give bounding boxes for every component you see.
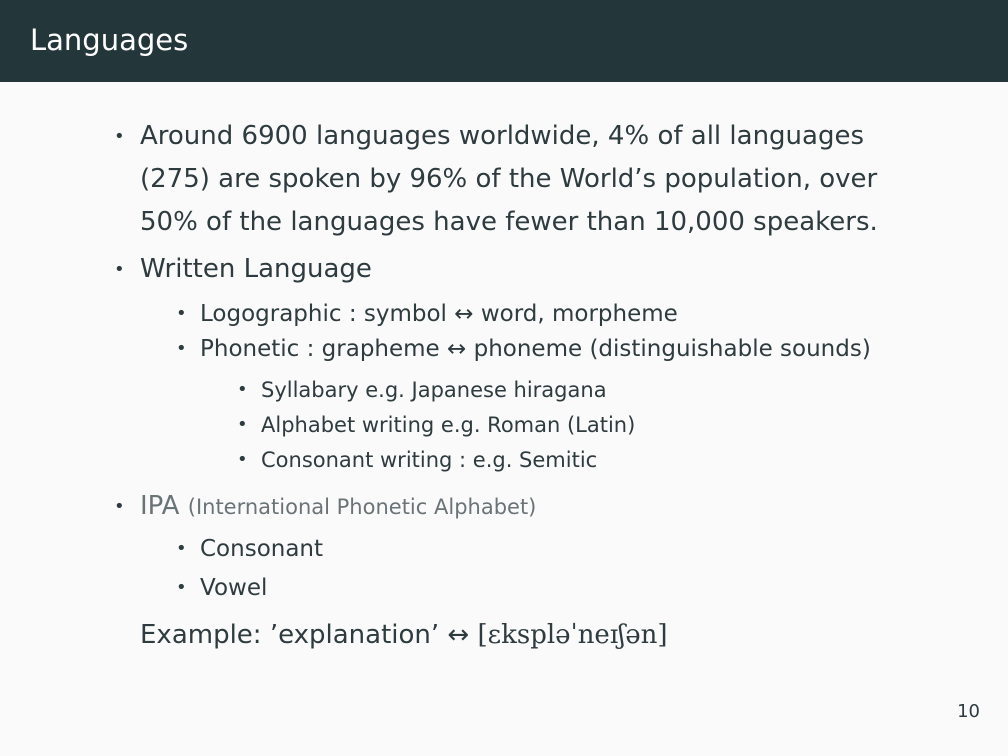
sub-bullet-phonetic: • Phonetic : grapheme ↔ phoneme (disting… (176, 334, 871, 364)
example-arrow: ↔ (447, 620, 470, 650)
consonant-writing-text: Consonant writing : e.g. Semitic (261, 448, 598, 472)
sub-sub-bullet-alphabet: • Alphabet writing e.g. Roman (Latin) (237, 411, 636, 439)
stats-line-1: Around 6900 languages worldwide, 4% of a… (140, 121, 865, 151)
ipa-example: Example: ’explanation’ ↔ [ɛkspləˈneɪʃən] (140, 614, 667, 657)
sub-sub-bullet-consonant-writing: • Consonant writing : e.g. Semitic (237, 446, 598, 474)
sub-bullet-logographic: • Logographic : symbol ↔ word, morpheme (176, 299, 678, 329)
slide-content: • Around 6900 languages worldwide, 4% of… (0, 0, 1008, 756)
bullet-dot-icon: • (176, 303, 187, 324)
example-prefix: Example: ’explanation’ (140, 620, 440, 650)
syllabary-text: Syllabary e.g. Japanese hiragana (261, 378, 607, 402)
bullet-languages-stats: • Around 6900 languages worldwide, 4% of… (114, 115, 878, 244)
written-language-label: Written Language (140, 254, 372, 284)
logographic-text: Logographic : symbol ↔ word, morpheme (200, 301, 678, 327)
sub-sub-bullet-syllabary: • Syllabary e.g. Japanese hiragana (237, 376, 607, 404)
bullet-dot-icon: • (114, 496, 125, 517)
ipa-note: (International Phonetic Alphabet) (187, 495, 537, 519)
vowel-text: Vowel (200, 575, 268, 601)
ipa-label: IPA (140, 491, 180, 521)
consonant-text: Consonant (200, 536, 324, 562)
sub-bullet-consonant: • Consonant (176, 534, 324, 564)
bullet-dot-icon: • (114, 259, 125, 280)
bullet-dot-icon: • (176, 338, 187, 359)
bullet-dot-icon: • (114, 126, 125, 147)
example-ipa: [ɛkspləˈneɪʃən] (477, 620, 668, 650)
sub-bullet-vowel: • Vowel (176, 573, 268, 603)
stats-line-2: (275) are spoken by 96% of the World’s p… (140, 164, 878, 194)
alphabet-text: Alphabet writing e.g. Roman (Latin) (261, 413, 636, 437)
bullet-dot-icon: • (176, 577, 187, 598)
bullet-dot-icon: • (237, 449, 248, 470)
page-number: 10 (957, 701, 980, 722)
bullet-dot-icon: • (176, 538, 187, 559)
bullet-dot-icon: • (237, 379, 248, 400)
stats-line-3: 50% of the languages have fewer than 10,… (140, 207, 878, 237)
bullet-ipa: • IPA (International Phonetic Alphabet) (114, 485, 537, 529)
bullet-dot-icon: • (237, 414, 248, 435)
phonetic-text: Phonetic : grapheme ↔ phoneme (distingui… (200, 336, 871, 362)
bullet-written-language: • Written Language (114, 248, 372, 291)
